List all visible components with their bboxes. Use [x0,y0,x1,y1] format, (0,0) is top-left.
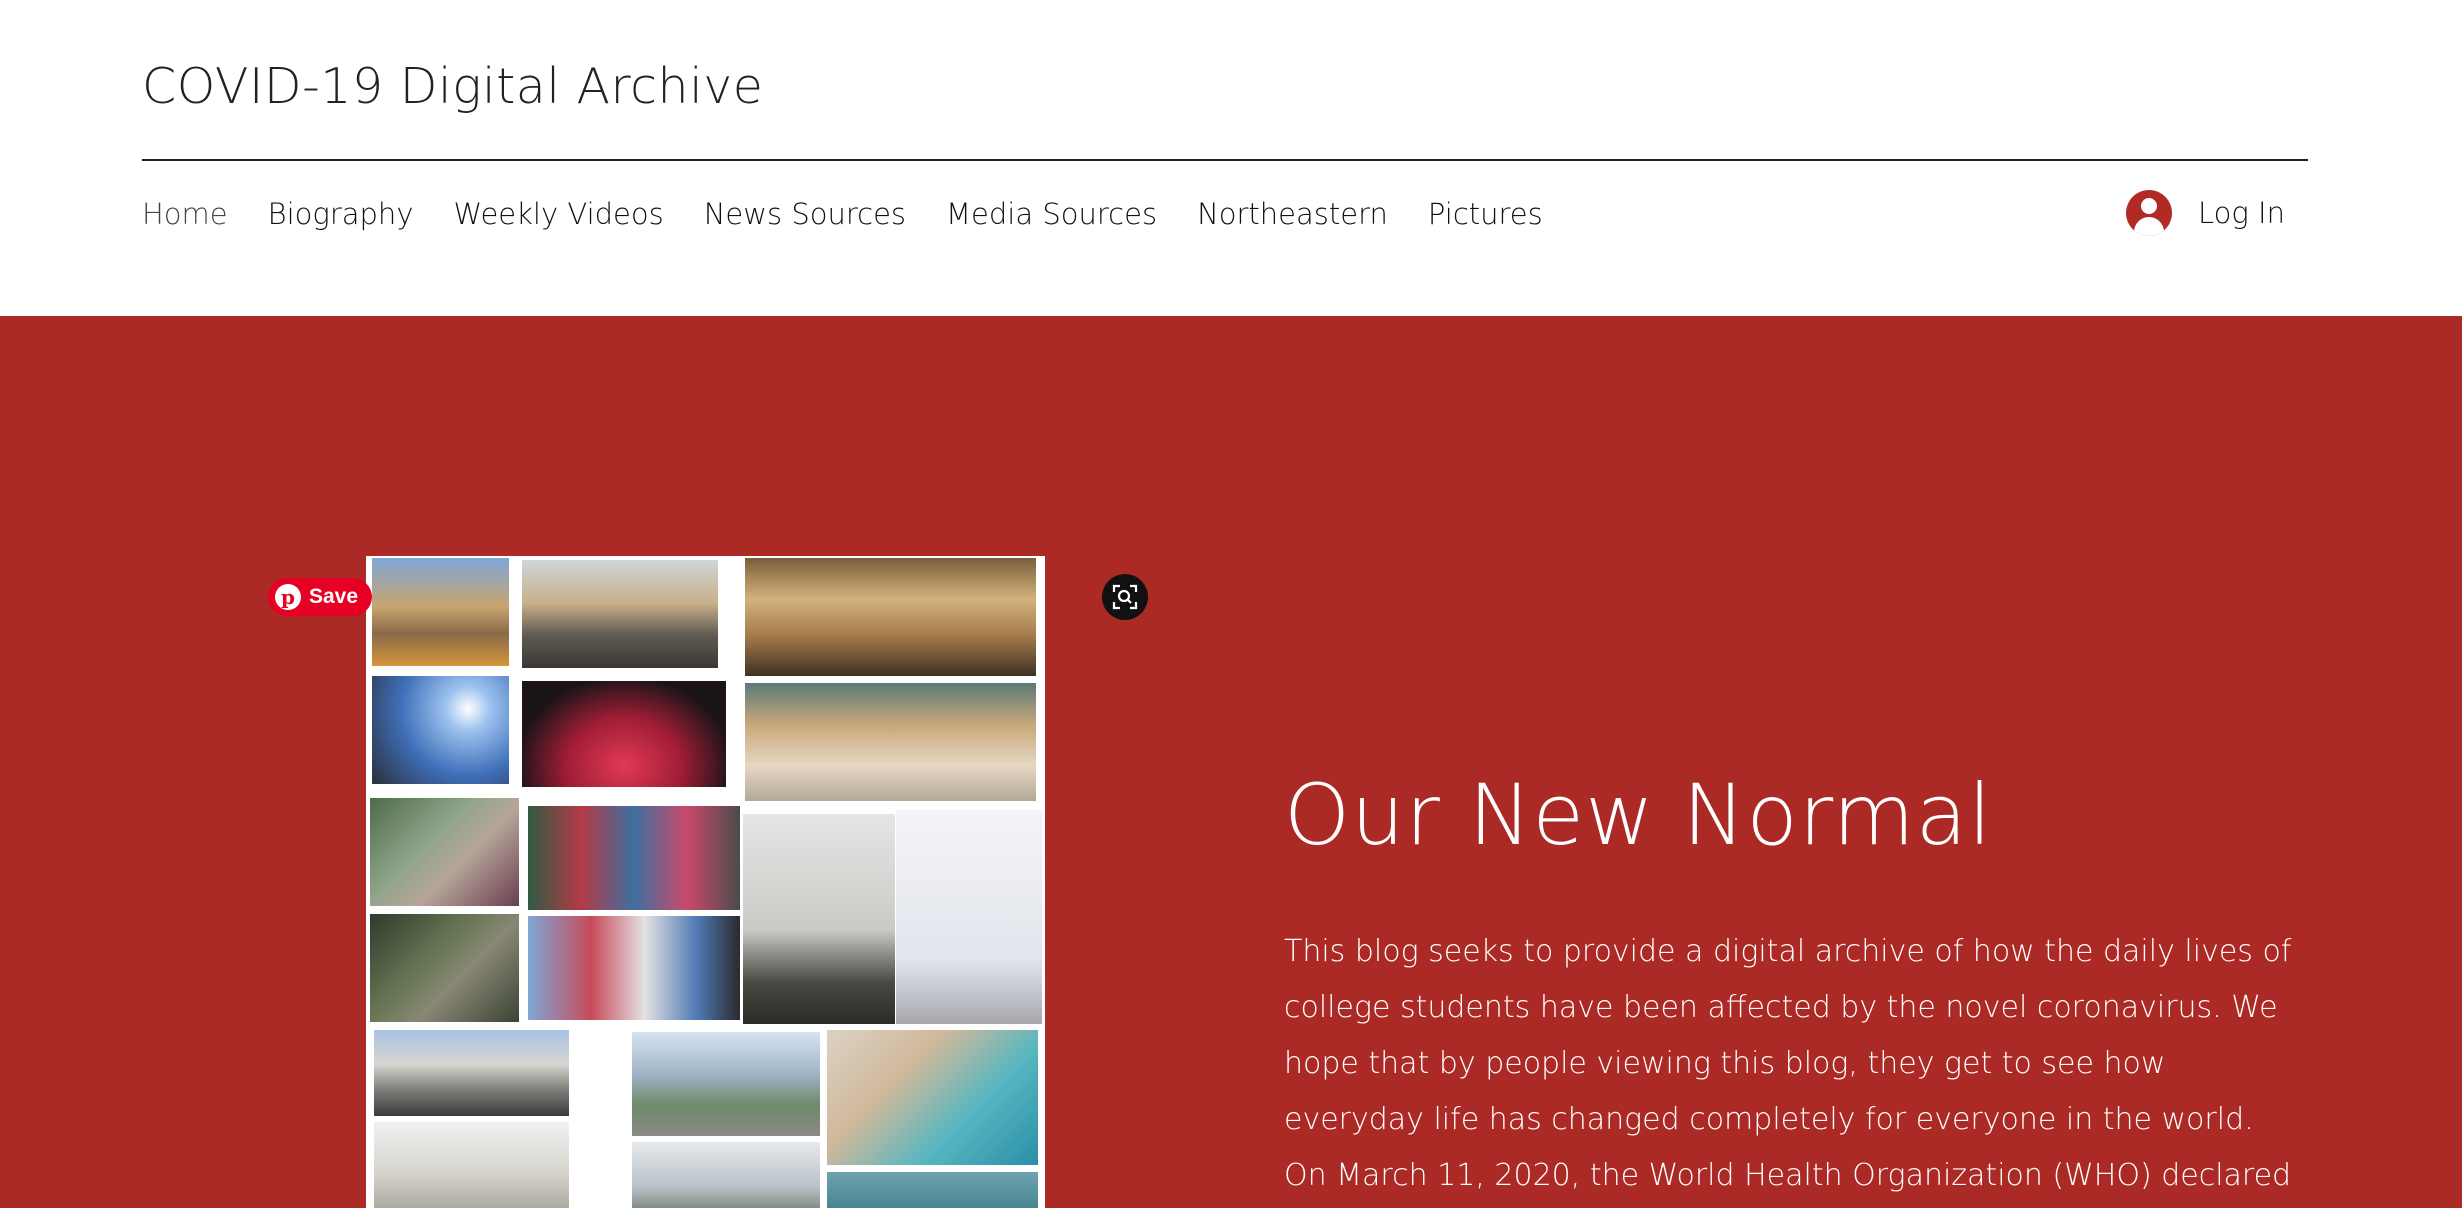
beach-crowd-photo [827,1030,1038,1165]
hero-description-line: college students have been affected by t… [1284,990,2278,1025]
pinterest-save-button[interactable]: p Save [268,578,372,616]
great-wall-empty-photo [370,914,519,1022]
pyramid-light-show-photo [522,681,726,787]
nav-pictures[interactable]: Pictures [1428,197,1543,231]
nav-media-sources[interactable]: Media Sources [946,197,1157,231]
beach-empty-photo [827,1172,1038,1208]
user-icon [2126,190,2172,236]
header-divider [142,159,2308,161]
site-header: COVID-19 Digital Archive Home Biography … [0,0,2462,316]
colosseum-crowd-photo [372,558,509,666]
hero-description-line: everyday life has changed completely for… [1284,1102,2254,1137]
hero-description: This blog seeks to provide a digital arc… [1284,924,2292,1204]
washington-monument-photo [632,1142,820,1208]
grand-central-photo-1 [745,558,1036,676]
hero-description-line: On March 11, 2020, the World Health Orga… [1284,1158,2292,1193]
hero-description-line: This blog seeks to provide a digital arc… [1284,934,2292,969]
times-square-photo-2 [528,916,740,1020]
tourist-sites-collage-image[interactable] [366,556,1045,1208]
main-nav: Home Biography Weekly Videos News Source… [142,192,1583,236]
hero-section: p Save Our New Normal This blog seeks to… [0,316,2462,1208]
times-square-photo-1 [528,806,740,910]
pinterest-icon: p [275,584,301,610]
nav-news-sources[interactable]: News Sources [704,197,906,231]
great-wall-crowd-photo [370,798,519,906]
save-label: Save [309,585,359,608]
eiffel-tower-crowd-photo [743,814,895,1024]
hero-description-line: hope that by people viewing this blog, t… [1284,1046,2166,1081]
nav-home[interactable]: Home [142,197,228,231]
nav-northeastern[interactable]: Northeastern [1197,197,1388,231]
nav-biography[interactable]: Biography [268,197,414,231]
colosseum-sky-photo [372,676,509,784]
login-button[interactable]: Log In [2126,188,2285,238]
louvre-empty-photo [374,1122,569,1208]
site-title[interactable]: COVID-19 Digital Archive [142,58,763,115]
login-label: Log In [2198,196,2285,230]
zoom-icon [1112,584,1138,610]
pyramids-crowd-photo [522,560,718,668]
washington-mall-photo [632,1032,820,1136]
grand-central-photo-2 [745,683,1036,801]
zoom-button[interactable] [1102,574,1148,620]
louvre-crowd-photo [374,1030,569,1116]
hero-title: Our New Normal [1284,766,1993,864]
nav-weekly-videos[interactable]: Weekly Videos [453,197,663,231]
eiffel-tower-photo [896,810,1042,1024]
